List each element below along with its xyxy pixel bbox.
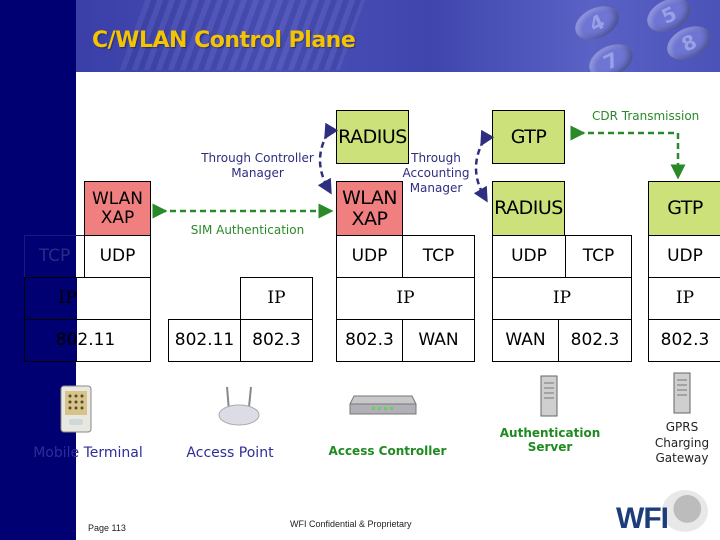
ac-udp-label: UDP <box>351 246 388 267</box>
gateway-line-1: GPRS <box>665 420 699 434</box>
ac-wan-label: WAN <box>418 330 459 351</box>
as-gtp-box: GTP <box>492 110 565 164</box>
device-label-access-controller: Access Controller <box>328 444 447 458</box>
as-gtp-label: GTP <box>510 125 547 148</box>
as-8023-box: 802.3 <box>558 319 632 362</box>
ac-app-label-2: XAP <box>351 207 388 230</box>
cdr-arrow <box>570 125 686 180</box>
as-radius-label: RADIUS <box>494 197 563 220</box>
ac-ip-box: IP <box>336 277 475 320</box>
server-tower-icon <box>540 375 558 417</box>
ac-8023-label: 802.3 <box>345 330 394 351</box>
ac-radius-box: RADIUS <box>336 110 409 164</box>
mt-udp-box: UDP <box>84 235 151 278</box>
ac-tcp-label: TCP <box>422 246 455 267</box>
ac-8023-box: 802.3 <box>336 319 403 362</box>
mt-80211-label: 802.11 <box>55 330 116 351</box>
as-wan-box: WAN <box>492 319 559 362</box>
network-switch-icon <box>348 390 418 420</box>
ap-ip-box: IP <box>240 277 313 320</box>
as-udp-box: UDP <box>492 235 566 278</box>
slide-title: C/WLAN Control Plane <box>92 28 356 53</box>
mt-wlan-xap-box: WLAN XAP <box>84 181 151 236</box>
ac-udp-box: UDP <box>336 235 403 278</box>
through-controller-line-2: Manager <box>231 166 284 180</box>
confidential-notice: WFI Confidential & Proprietary <box>290 519 412 529</box>
cdr-transmission-label: CDR Transmission <box>592 109 700 123</box>
keypad-key-7: 7 <box>583 37 639 72</box>
cg-8023-label: 802.3 <box>660 330 710 351</box>
device-label-access-point: Access Point <box>186 445 274 461</box>
ac-radius-label: RADIUS <box>338 125 407 148</box>
mt-tcp-box: TCP <box>24 235 85 278</box>
mt-udp-label: UDP <box>99 246 136 267</box>
as-ip-label: IP <box>552 288 572 309</box>
ap-80211-box: 802.11 <box>168 319 241 362</box>
cg-8023-box: 802.3 <box>648 319 720 362</box>
ac-ip-label: IP <box>396 288 415 309</box>
as-ip-box: IP <box>492 277 632 320</box>
pda-icon <box>60 385 92 433</box>
cg-ip-box: IP <box>648 277 720 320</box>
ap-8023-label: 802.3 <box>252 330 301 351</box>
device-label-authentication-server: Authentication Server <box>485 426 615 454</box>
through-accounting-line-1: Through <box>411 151 461 165</box>
mt-app-label-2: XAP <box>100 207 135 228</box>
wfi-logo: WFI <box>612 490 712 536</box>
ac-tcp-box: TCP <box>402 235 475 278</box>
gateway-line-3: Gateway <box>655 451 709 466</box>
cg-ip-label: IP <box>675 288 695 309</box>
accounting-manager-arrow <box>473 129 495 203</box>
ac-wlan-xap-box: WLAN XAP <box>336 181 403 236</box>
as-radius-box: RADIUS <box>492 181 565 236</box>
through-controller-label: Through Controller Manager <box>190 151 325 181</box>
auth-server-line-2: Server <box>527 440 573 454</box>
cg-udp-box: UDP <box>648 235 720 278</box>
ap-80211-label: 802.11 <box>174 330 235 351</box>
page-number: Page 113 <box>88 523 126 533</box>
through-accounting-line-2: Accounting <box>402 166 470 180</box>
wireless-router-icon <box>215 385 263 429</box>
globe-icon <box>662 490 708 532</box>
through-accounting-line-3: Manager <box>409 181 463 195</box>
mt-ip-box: IP <box>24 277 151 320</box>
as-tcp-label: TCP <box>582 246 615 267</box>
ap-8023-box: 802.3 <box>240 319 313 362</box>
ap-ip-label: IP <box>267 288 286 309</box>
ac-app-label-1: WLAN <box>341 186 398 209</box>
cg-gtp-box: GTP <box>648 181 720 236</box>
through-controller-line-1: Through Controller <box>201 151 314 165</box>
through-accounting-label: Through Accounting Manager <box>400 151 472 196</box>
keypad-key-4: 4 <box>569 0 625 47</box>
as-tcp-box: TCP <box>565 235 632 278</box>
cg-gtp-label: GTP <box>667 197 703 220</box>
auth-server-line-1: Authentication <box>499 426 601 440</box>
server-tower-icon <box>673 372 691 414</box>
ac-wan-box: WAN <box>402 319 475 362</box>
cg-udp-label: UDP <box>667 246 703 267</box>
as-8023-label: 802.3 <box>570 330 620 351</box>
mt-tcp-label: TCP <box>38 246 71 267</box>
sim-auth-label: SIM Authentication <box>190 223 305 237</box>
mt-80211-box: 802.11 <box>24 319 151 362</box>
gateway-line-2: Charging <box>654 435 710 450</box>
device-label-gprs-charging-gateway: GPRS Charging Gateway <box>642 420 720 467</box>
logo-text: WFI <box>616 502 669 535</box>
as-udp-label: UDP <box>511 246 547 267</box>
mt-ip-label: IP <box>58 288 77 309</box>
as-wan-label: WAN <box>505 330 546 351</box>
device-label-mobile-terminal: Mobile Terminal <box>33 445 143 461</box>
mt-app-label-1: WLAN <box>91 188 144 209</box>
